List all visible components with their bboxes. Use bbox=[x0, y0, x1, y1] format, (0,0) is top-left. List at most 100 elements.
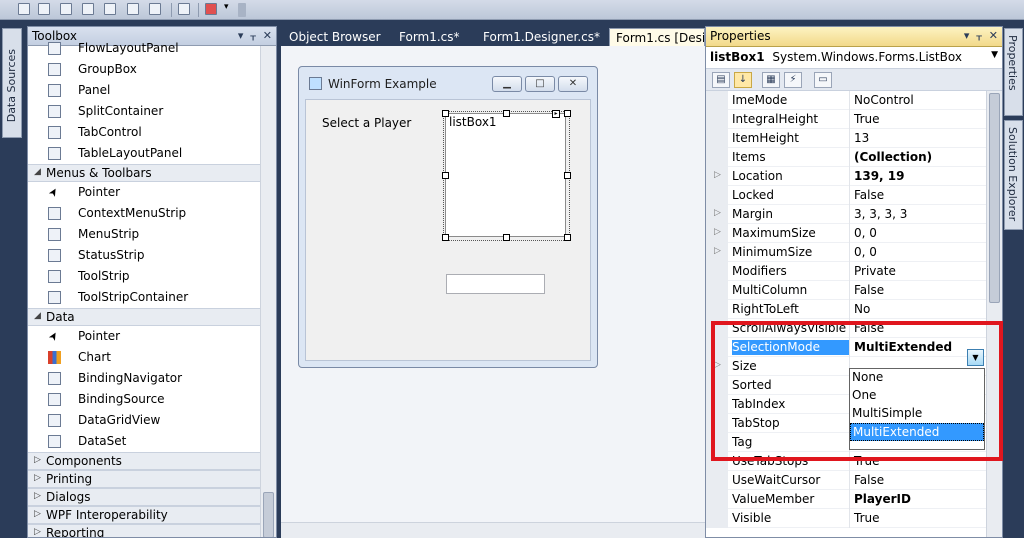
property-row[interactable]: ItemHeight 13 bbox=[706, 129, 1002, 148]
toolbox-scrollbar[interactable] bbox=[260, 46, 276, 537]
property-name[interactable]: Sorted bbox=[732, 378, 850, 393]
properties-view-icon[interactable]: ▦ bbox=[762, 72, 780, 88]
toolbox-item[interactable]: GroupBox bbox=[28, 59, 276, 80]
solution-explorer-side-tab[interactable]: Solution Explorer bbox=[1004, 120, 1023, 230]
selection-mode-option[interactable]: MultiSimple bbox=[850, 405, 984, 423]
listbox1[interactable]: listBox1 ▸ bbox=[442, 110, 571, 241]
property-value[interactable]: MultiExtended bbox=[854, 340, 952, 354]
tab-form1-cs[interactable]: Form1.cs* bbox=[393, 28, 469, 46]
property-value[interactable]: True bbox=[854, 112, 880, 126]
property-name[interactable]: UseTabStops bbox=[732, 454, 850, 469]
property-name[interactable]: RightToLeft bbox=[732, 302, 850, 317]
toolbox-item[interactable]: Panel bbox=[28, 80, 276, 101]
property-value[interactable]: No bbox=[854, 302, 870, 316]
data-sources-tab[interactable]: Data Sources bbox=[2, 28, 22, 138]
property-value[interactable]: False bbox=[854, 321, 884, 335]
property-value[interactable]: NoControl bbox=[854, 93, 914, 107]
resize-handle[interactable] bbox=[564, 172, 571, 179]
window-position-icon[interactable]: ▾ bbox=[964, 29, 970, 42]
winform-window[interactable]: WinForm Example ▁ □ ✕ Select a Player li… bbox=[298, 66, 598, 368]
expand-icon[interactable]: ▷ bbox=[34, 491, 41, 501]
property-name[interactable]: UseWaitCursor bbox=[732, 473, 850, 488]
resize-handle[interactable] bbox=[442, 172, 449, 179]
stop-icon[interactable] bbox=[38, 3, 50, 15]
record-icon[interactable] bbox=[205, 3, 217, 15]
property-value[interactable]: False bbox=[854, 283, 884, 297]
chevron-down-icon[interactable]: ▼ bbox=[991, 50, 998, 60]
expand-icon[interactable]: ▷ bbox=[34, 527, 41, 537]
collapse-icon[interactable]: ◢ bbox=[34, 167, 41, 177]
properties-window-icon[interactable] bbox=[60, 3, 72, 15]
property-name[interactable]: Items bbox=[732, 150, 850, 165]
toolbar-overflow-icon[interactable] bbox=[238, 3, 246, 17]
designer-horizontal-scrollbar[interactable] bbox=[281, 522, 705, 538]
property-name[interactable]: Tag bbox=[732, 435, 850, 450]
property-name[interactable]: MaximumSize bbox=[732, 226, 850, 241]
property-value[interactable]: PlayerID bbox=[854, 492, 911, 506]
property-name[interactable]: Visible bbox=[732, 511, 850, 526]
property-row[interactable]: IntegralHeight True bbox=[706, 110, 1002, 129]
select-player-label[interactable]: Select a Player bbox=[322, 116, 411, 130]
expand-icon[interactable]: ▷ bbox=[714, 170, 721, 180]
property-name[interactable]: Modifiers bbox=[732, 264, 850, 279]
property-row[interactable]: Items (Collection) bbox=[706, 148, 1002, 167]
toolbox-item[interactable]: MenuStrip bbox=[28, 224, 276, 245]
property-value[interactable]: 13 bbox=[854, 131, 869, 145]
smart-tag-icon[interactable]: ▸ bbox=[552, 110, 560, 118]
tab-form1-designer-cs[interactable]: Form1.Designer.cs* bbox=[477, 28, 601, 46]
toolbox-item[interactable]: ➤ Pointer bbox=[28, 182, 276, 203]
resize-handle[interactable] bbox=[503, 110, 510, 117]
property-row[interactable]: ScrollAlwaysVisible False bbox=[706, 319, 1002, 338]
toolbox-category[interactable]: ▷ Components bbox=[28, 452, 276, 470]
property-value[interactable]: False bbox=[854, 188, 884, 202]
toolbox-category[interactable]: ◢ Data bbox=[28, 308, 276, 326]
property-row[interactable]: ▷ Location 139, 19 bbox=[706, 167, 1002, 186]
property-name[interactable]: Locked bbox=[732, 188, 850, 203]
collapse-icon[interactable]: ◢ bbox=[34, 311, 41, 321]
property-value[interactable]: (Collection) bbox=[854, 150, 932, 164]
toolbox-item[interactable]: BindingNavigator bbox=[28, 368, 276, 389]
resize-handle[interactable] bbox=[442, 234, 449, 241]
object-browser-icon[interactable] bbox=[82, 3, 94, 15]
toolbox-category[interactable]: ▷ WPF Interoperability bbox=[28, 506, 276, 524]
toolbox-icon[interactable] bbox=[104, 3, 116, 15]
property-row[interactable]: Locked False bbox=[706, 186, 1002, 205]
toolbox-item[interactable]: StatusStrip bbox=[28, 245, 276, 266]
close-button[interactable]: ✕ bbox=[558, 76, 588, 92]
property-value[interactable]: 0, 0 bbox=[854, 245, 877, 259]
property-name[interactable]: ValueMember bbox=[732, 492, 850, 507]
property-name[interactable]: ScrollAlwaysVisible bbox=[732, 321, 850, 336]
toolbox-item[interactable]: FlowLayoutPanel bbox=[28, 38, 276, 59]
selection-mode-option[interactable]: One bbox=[850, 387, 984, 405]
expand-icon[interactable]: ▷ bbox=[714, 360, 721, 370]
toolbox-item[interactable]: DataGridView bbox=[28, 410, 276, 431]
resize-handle[interactable] bbox=[503, 234, 510, 241]
selection-mode-option[interactable]: None bbox=[850, 369, 984, 387]
scrollbar-thumb[interactable] bbox=[263, 492, 274, 537]
property-row[interactable]: ImeMode NoControl bbox=[706, 91, 1002, 110]
property-name[interactable]: ImeMode bbox=[732, 93, 850, 108]
winform-client-area[interactable]: Select a Player listBox1 ▸ bbox=[305, 99, 591, 361]
toolbox-item[interactable]: SplitContainer bbox=[28, 101, 276, 122]
events-icon[interactable]: ⚡ bbox=[784, 72, 802, 88]
property-row[interactable]: SelectionMode MultiExtended bbox=[706, 338, 1002, 357]
toolbox-item[interactable]: TableLayoutPanel bbox=[28, 143, 276, 164]
property-value[interactable]: 3, 3, 3, 3 bbox=[854, 207, 907, 221]
expand-icon[interactable]: ▷ bbox=[34, 455, 41, 465]
property-value[interactable]: True bbox=[854, 511, 880, 525]
add-component-icon[interactable] bbox=[178, 3, 190, 15]
dropdown-arrow-icon[interactable]: ▾ bbox=[224, 2, 232, 14]
pin-icon[interactable]: ᚁ bbox=[976, 29, 981, 42]
property-pages-icon[interactable]: ▭ bbox=[814, 72, 832, 88]
property-name[interactable]: MinimumSize bbox=[732, 245, 850, 260]
designer-surface[interactable]: WinForm Example ▁ □ ✕ Select a Player li… bbox=[281, 46, 705, 538]
toolbox-item[interactable]: ToolStripContainer bbox=[28, 287, 276, 308]
alphabetical-icon[interactable]: ↓ bbox=[734, 72, 752, 88]
textbox1[interactable] bbox=[446, 274, 545, 294]
expand-icon[interactable]: ▷ bbox=[714, 227, 721, 237]
resize-handle[interactable] bbox=[564, 234, 571, 241]
selection-mode-option[interactable]: MultiExtended bbox=[850, 423, 984, 441]
scrollbar-thumb[interactable] bbox=[989, 93, 1000, 303]
toolbox-category[interactable]: ◢ Menus & Toolbars bbox=[28, 164, 276, 182]
toolbox-category[interactable]: ▷ Dialogs bbox=[28, 488, 276, 506]
